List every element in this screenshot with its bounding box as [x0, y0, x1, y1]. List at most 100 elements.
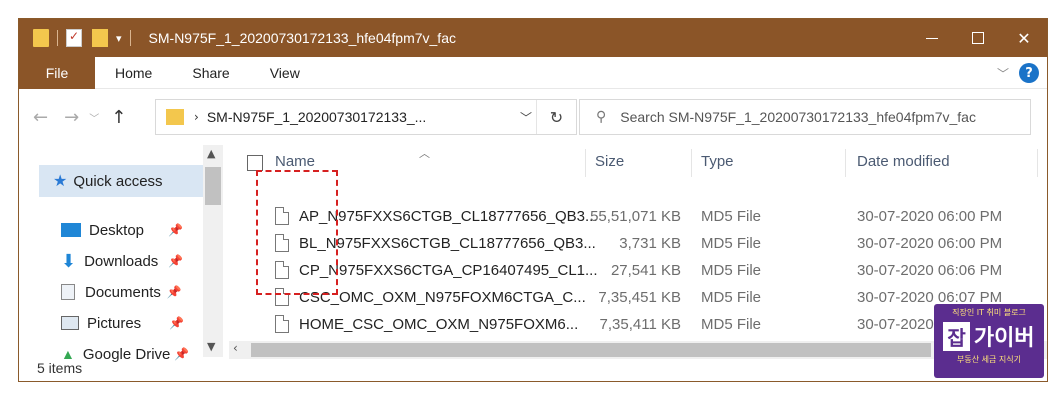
tab-share[interactable]: Share: [172, 57, 249, 89]
document-icon: [61, 284, 75, 300]
watermark-tagline: 직장인 IT 취미 블로그: [952, 308, 1026, 317]
file-name: AP_N975FXXS6CTGB_CL18777656_QB3...: [299, 208, 598, 225]
close-icon: ✕: [1017, 28, 1031, 48]
nav-item-label: Documents: [85, 283, 161, 301]
search-box[interactable]: ⚲ Search SM-N975F_1_20200730172133_hfe04…: [579, 99, 1031, 135]
window-controls: ✕: [909, 19, 1047, 57]
scrollbar-thumb[interactable]: [251, 343, 931, 357]
item-count: 5 items: [37, 360, 83, 376]
tab-view[interactable]: View: [250, 57, 320, 89]
nav-item-desktop[interactable]: Desktop 📌: [61, 215, 201, 245]
help-icon[interactable]: ?: [1019, 63, 1039, 83]
back-arrow-icon[interactable]: ←: [33, 107, 48, 128]
sort-ascending-icon: ︿: [419, 147, 430, 160]
scroll-left-icon[interactable]: ‹: [233, 341, 238, 355]
nav-item-pictures[interactable]: Pictures 📌: [61, 308, 201, 338]
file-date: 30-07-2020 06:00 PM: [857, 208, 1003, 225]
minimize-button[interactable]: [909, 19, 955, 57]
file-size: 27,541 KB: [610, 262, 681, 279]
ribbon-right: ﹀ ?: [997, 63, 1039, 83]
nav-item-downloads[interactable]: ⬇ Downloads 📌: [61, 246, 201, 276]
close-button[interactable]: ✕: [1001, 19, 1047, 57]
nav-item-label: Desktop: [89, 221, 145, 239]
download-icon: ⬇: [61, 250, 77, 271]
column-header-date[interactable]: Date modified: [857, 153, 950, 170]
file-type: MD5 File: [701, 235, 762, 252]
star-icon: ★: [53, 173, 68, 190]
expand-ribbon-icon[interactable]: ﹀: [997, 65, 1009, 82]
explorer-window: ▾ SM-N975F_1_20200730172133_hfe04fpm7v_f…: [18, 18, 1048, 382]
file-name: CSC_OMC_OXM_N975FOXM6CTGA_C...: [299, 289, 586, 306]
nav-item-label: Pictures: [87, 314, 142, 332]
column-divider[interactable]: [585, 149, 586, 177]
refresh-icon[interactable]: ↻: [536, 100, 576, 134]
file-size: 7,35,451 KB: [598, 289, 681, 306]
maximize-icon: [972, 32, 984, 44]
file-row[interactable]: BL_N975FXXS6CTGB_CL18777656_QB3... 3,731…: [229, 230, 1047, 257]
search-icon: ⚲: [596, 109, 607, 125]
address-path[interactable]: SM-N975F_1_20200730172133_...: [207, 109, 427, 125]
scroll-down-icon[interactable]: ▼: [207, 340, 215, 353]
column-header-size[interactable]: Size: [595, 153, 624, 170]
ribbon-tabs: File Home Share View ﹀ ?: [19, 56, 1047, 89]
highlight-annotation: [256, 170, 338, 295]
file-name: CP_N975FXXS6CTGA_CP16407495_CL1...: [299, 262, 598, 279]
column-divider[interactable]: [691, 149, 692, 177]
properties-icon[interactable]: [66, 29, 82, 47]
tab-file[interactable]: File: [19, 56, 95, 89]
address-bar[interactable]: › SM-N975F_1_20200730172133_... ﹀ ↻: [155, 99, 577, 135]
pictures-icon: [61, 316, 79, 330]
maximize-button[interactable]: [955, 19, 1001, 57]
folder-icon: [33, 29, 49, 47]
new-folder-icon[interactable]: [92, 29, 108, 47]
nav-item-documents[interactable]: Documents 📌: [61, 277, 201, 307]
pin-icon: 📌: [166, 285, 182, 299]
file-type: MD5 File: [701, 262, 762, 279]
file-date: 30-07-2020 06:06 PM: [857, 262, 1003, 279]
column-divider[interactable]: [845, 149, 846, 177]
scroll-up-icon[interactable]: ▲: [207, 147, 215, 160]
file-type: MD5 File: [701, 208, 762, 225]
minimize-icon: [926, 37, 938, 39]
column-header-name[interactable]: Name: [275, 153, 315, 170]
file-list: ︿ Name Size Type Date modified AP_N975FX…: [229, 145, 1047, 359]
column-divider[interactable]: [1037, 149, 1038, 177]
scrollbar-thumb[interactable]: [205, 167, 221, 205]
file-type: MD5 File: [701, 289, 762, 306]
pin-icon: 📌: [168, 223, 183, 237]
nav-pane-scrollbar[interactable]: ▲ ▼: [203, 145, 223, 357]
nav-item-quick-access[interactable]: ★ Quick access: [39, 165, 209, 197]
status-bar: 5 items: [19, 357, 1047, 381]
search-input[interactable]: Search SM-N975F_1_20200730172133_hfe04fp…: [620, 109, 976, 125]
window-title: SM-N975F_1_20200730172133_hfe04fpm7v_fac: [148, 30, 456, 46]
pin-icon: 📌: [169, 316, 185, 330]
file-row[interactable]: HOME_CSC_OMC_OXM_N975FOXM6... 7,35,411 K…: [229, 311, 1047, 338]
title-bar[interactable]: ▾ SM-N975F_1_20200730172133_hfe04fpm7v_f…: [19, 19, 1047, 57]
watermark-subtitle: 부동산 세금 지식기: [957, 355, 1021, 364]
select-all-checkbox[interactable]: [247, 155, 263, 171]
file-date: 30-07-2020 06:00 PM: [857, 235, 1003, 252]
file-size: 7,35,411 KB: [599, 316, 681, 333]
forward-arrow-icon[interactable]: →: [64, 107, 79, 128]
watermark-box: 잡: [943, 321, 970, 351]
watermark-main: 잡 가이버: [934, 320, 1044, 352]
recent-locations-icon[interactable]: ﹀: [89, 110, 99, 125]
chevron-right-icon[interactable]: ›: [194, 110, 199, 124]
column-header-row: ︿ Name Size Type Date modified: [229, 145, 1047, 181]
desktop-icon: [61, 223, 81, 237]
tab-home[interactable]: Home: [95, 57, 172, 89]
column-header-type[interactable]: Type: [701, 153, 734, 170]
blog-watermark-logo: 직장인 IT 취미 블로그 잡 가이버 부동산 세금 지식기: [934, 304, 1044, 378]
file-row[interactable]: AP_N975FXXS6CTGB_CL18777656_QB3... 55,51…: [229, 203, 1047, 230]
watermark-text: 가이버: [973, 326, 1035, 351]
file-size: 55,51,071 KB: [590, 208, 681, 225]
navigation-bar: ← → ﹀ ↑ › SM-N975F_1_20200730172133_... …: [19, 89, 1047, 145]
quick-access-toolbar-dropdown[interactable]: ▾: [116, 32, 122, 45]
up-arrow-icon[interactable]: ↑: [111, 107, 126, 128]
separator: [129, 30, 131, 46]
chevron-down-icon[interactable]: ﹀: [520, 109, 532, 126]
file-row[interactable]: CSC_OMC_OXM_N975FOXM6CTGA_C... 7,35,451 …: [229, 284, 1047, 311]
file-icon: [275, 315, 289, 333]
file-row[interactable]: CP_N975FXXS6CTGA_CP16407495_CL1... 27,54…: [229, 257, 1047, 284]
navigation-pane: ★ Quick access Desktop 📌 ⬇ Downloads 📌 D…: [19, 145, 229, 363]
